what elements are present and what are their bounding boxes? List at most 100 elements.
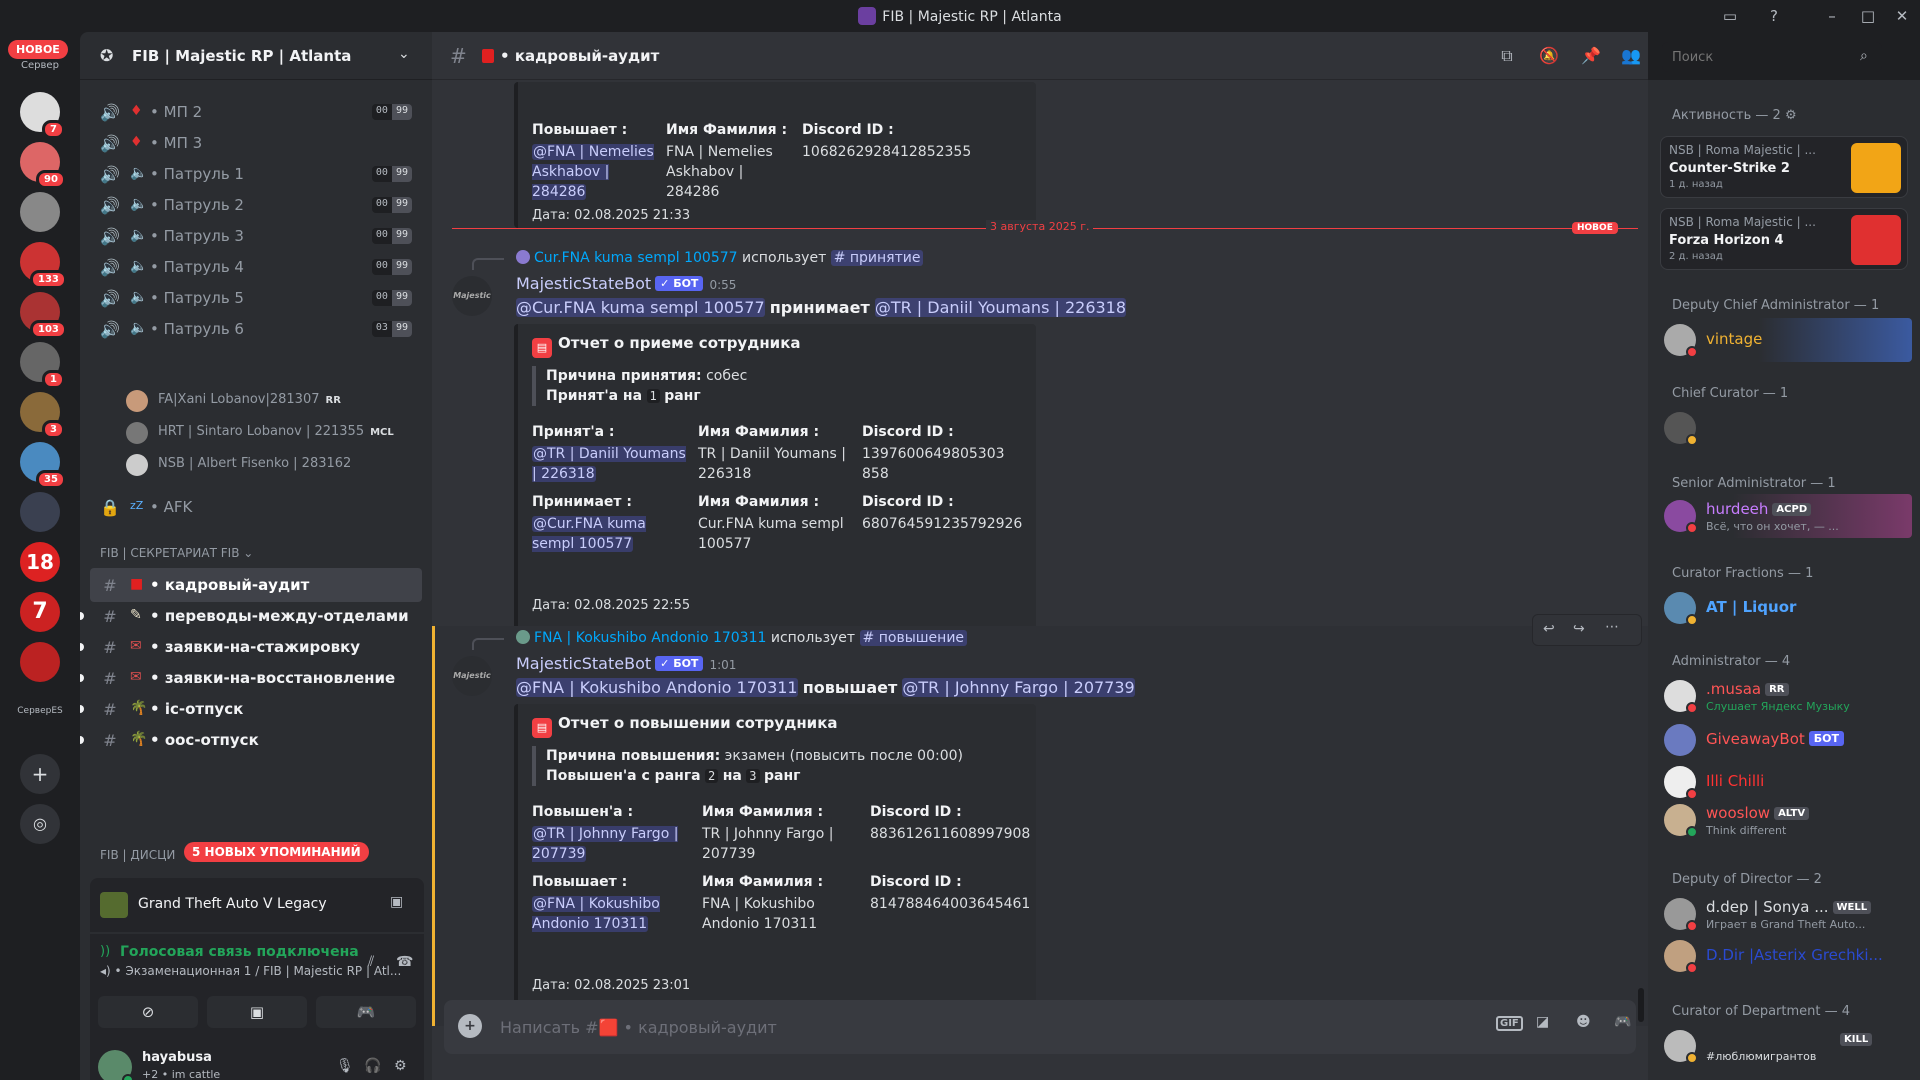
more-icon[interactable]: ⋯ xyxy=(1605,619,1619,635)
voice-channel[interactable]: 🔊 🔈 • Патруль 3 00 99 xyxy=(90,219,422,253)
user-mention[interactable]: @Cur.FNA kuma sempl 100577 xyxy=(532,514,672,554)
screen-share-button[interactable]: ▣ xyxy=(207,996,307,1028)
text-channel[interactable]: # ✎ • переводы-между-отделами xyxy=(90,599,422,633)
voice-channel[interactable]: 🔊 🔈 • Патруль 5 00 99 xyxy=(90,281,422,315)
stream-icon[interactable]: ▣ xyxy=(390,894,403,910)
chevron-down-icon[interactable]: ⌄ xyxy=(398,46,410,62)
gif-icon[interactable]: GIF xyxy=(1496,1016,1523,1031)
disconnect-icon[interactable]: ☎ xyxy=(396,954,413,970)
close-icon[interactable]: ✕ xyxy=(1892,6,1912,26)
unread-indicator xyxy=(80,612,84,620)
member-row[interactable]: wooslow ALTV Think different xyxy=(1656,798,1912,842)
apps-icon[interactable]: 🎮 xyxy=(1614,1014,1631,1030)
maximize-icon[interactable]: □ xyxy=(1858,6,1878,26)
voice-channel[interactable]: 🔊 ♦ • МП 3 xyxy=(90,126,422,160)
server-icon[interactable] xyxy=(20,642,60,682)
reply-preview[interactable]: FNA | Kokushibo Andonio 170311 используе… xyxy=(516,630,968,646)
avatar[interactable]: Majestic xyxy=(452,276,492,316)
server-icon[interactable] xyxy=(20,192,60,232)
threads-icon[interactable]: ⧉ xyxy=(1496,46,1518,68)
voice-user-name: HRT | Sintaro Lobanov | 221355 MCL xyxy=(158,424,394,439)
mic-icon[interactable]: 🎙 xyxy=(336,1058,354,1074)
server-icon[interactable]: 18 xyxy=(20,542,60,582)
status-dot xyxy=(1686,346,1698,358)
user-mention[interactable]: @TR | Johnny Fargo | 207739 xyxy=(902,678,1135,697)
add-server-icon[interactable]: + xyxy=(20,754,60,794)
member-row[interactable]: vintage xyxy=(1656,318,1912,362)
new-mentions-pill[interactable]: 5 НОВЫХ УПОМИНАНИЙ xyxy=(184,842,369,862)
username[interactable]: hayabusa xyxy=(142,1050,212,1065)
text-channel[interactable]: # ■ • кадровый-аудит xyxy=(90,568,422,602)
voice-status[interactable]: Голосовая связь подключена xyxy=(120,944,359,960)
member-row[interactable]: KILL #люблюмигрантов xyxy=(1656,1024,1912,1068)
gear-icon[interactable]: ⚙ xyxy=(394,1058,407,1074)
activity-card[interactable]: NSB | Roma Majestic | ... Forza Horizon … xyxy=(1660,208,1908,270)
channel-label: • Патруль 5 xyxy=(150,289,244,307)
help-icon[interactable]: ? xyxy=(1764,6,1784,26)
guild-header[interactable]: ✪ FIB | Majestic RP | Atlanta ⌄ xyxy=(80,32,432,80)
user-mention[interactable]: @TR | Daniil Youmans | 226318 xyxy=(532,444,692,484)
member-row[interactable]: .musaa RR Слушает Яндекс Музыку xyxy=(1656,674,1912,718)
text-channel[interactable]: # ✉ • заявки-на-стажировку xyxy=(90,630,422,664)
voice-channel[interactable]: ◂) • Экзаменационная 1 / FIB | Majestic … xyxy=(100,964,401,978)
member-row[interactable]: AT | Liquor xyxy=(1656,586,1912,630)
text-channel[interactable]: # ✉ • заявки-на-восстановление xyxy=(90,661,422,695)
message-author[interactable]: MajesticStateBot ✓ БОТ 0:55 xyxy=(516,274,736,293)
scrollbar-thumb[interactable] xyxy=(1638,988,1644,1022)
sticker-icon[interactable]: ◪ xyxy=(1536,1014,1549,1030)
category-header[interactable]: FIB | СЕКРЕТАРИАТ FIB ⌄ xyxy=(100,546,253,560)
voice-channel[interactable]: 🔊 ♦ • МП 2 00 99 xyxy=(90,95,422,129)
member-name: hurdeeh ACPD xyxy=(1706,500,1812,518)
voice-channel[interactable]: 🔊 🔈 • Патруль 1 00 99 xyxy=(90,157,422,191)
voice-user[interactable]: HRT | Sintaro Lobanov | 221355 MCL xyxy=(126,418,416,446)
voice-channel[interactable]: 🔊 🔈 • Патруль 2 00 99 xyxy=(90,188,422,222)
server-icon[interactable]: 7 xyxy=(20,592,60,632)
attach-plus-icon[interactable]: + xyxy=(458,1014,482,1038)
headphones-icon[interactable]: 🎧 xyxy=(364,1058,381,1074)
members-icon[interactable]: 👥 xyxy=(1620,46,1642,68)
activity-button[interactable]: 🎮 xyxy=(316,996,416,1028)
member-row[interactable]: D.Dir |Asterix Grechki... xyxy=(1656,934,1912,978)
text-channel[interactable]: # 🌴 • ic-отпуск xyxy=(90,692,422,726)
minimize-icon[interactable]: – xyxy=(1822,6,1842,26)
app-icon xyxy=(858,7,877,25)
voice-channel[interactable]: 🔊 🔈 • Патруль 6 03 99 xyxy=(90,312,422,346)
user-mention[interactable]: @TR | Johnny Fargo | 207739 xyxy=(532,824,692,864)
pin-icon[interactable]: 📌 xyxy=(1580,46,1602,68)
mention-highlight-bar xyxy=(432,626,435,1026)
text-channel[interactable]: # 🌴 • ooc-отпуск xyxy=(90,723,422,757)
member-row[interactable]: hurdeeh ACPD Всё, что он хочет, — ... xyxy=(1656,494,1912,538)
mute-icon[interactable]: 🔕 xyxy=(1538,46,1560,68)
search-box[interactable]: ⌕ xyxy=(1662,42,1882,72)
unread-badge: 133 xyxy=(30,270,67,289)
message-input[interactable] xyxy=(500,1012,1400,1042)
user-mention[interactable]: @FNA | Kokushibo Andonio 170311 xyxy=(532,894,672,934)
user-mention[interactable]: @FNA | Nemelies Askhabov | 284286 xyxy=(532,142,662,202)
avatar[interactable]: Majestic xyxy=(452,656,492,696)
discover-icon[interactable]: ◎ xyxy=(20,804,60,844)
channel-label: • ic-отпуск xyxy=(150,700,244,718)
new-pill[interactable]: НОВОЕ xyxy=(8,40,68,59)
server-label[interactable]: СерверES xyxy=(16,706,64,716)
member-row[interactable]: GiveawayBot БОТ xyxy=(1656,718,1912,762)
forward-icon[interactable]: ↪ xyxy=(1573,621,1585,637)
user-mention[interactable]: @Cur.FNA kuma sempl 100577 xyxy=(516,298,765,317)
inbox-icon[interactable]: ▭ xyxy=(1720,6,1740,26)
reply-icon[interactable]: ↩ xyxy=(1543,621,1555,637)
user-mention[interactable]: @FNA | Kokushibo Andonio 170311 xyxy=(516,678,798,697)
voice-user[interactable]: FA|Xani Lobanov|281307 RR xyxy=(126,386,416,414)
noise-suppression-icon[interactable]: ⫽ xyxy=(368,954,374,970)
reply-preview[interactable]: Cur.FNA kuma sempl 100577 использует # п… xyxy=(516,250,924,266)
channel-afk[interactable]: 🔒 zZ • AFK xyxy=(90,490,422,524)
voice-user[interactable]: NSB | Albert Fisenko | 283162 xyxy=(126,450,416,478)
activity-card[interactable]: NSB | Roma Majestic | ... Counter-Strike… xyxy=(1660,136,1908,198)
member-row[interactable]: d.dep | Sonya ... WELL Играет в Grand The… xyxy=(1656,892,1912,936)
emoji-icon[interactable]: ☻ xyxy=(1576,1014,1591,1030)
voice-channel[interactable]: 🔊 🔈 • Патруль 4 00 99 xyxy=(90,250,422,284)
member-row[interactable] xyxy=(1656,406,1912,450)
message-author[interactable]: MajesticStateBot ✓ БОТ 1:01 xyxy=(516,654,736,673)
search-input[interactable] xyxy=(1662,42,1852,72)
video-off-button[interactable]: ⊘ xyxy=(98,996,198,1028)
server-icon[interactable] xyxy=(20,492,60,532)
user-mention[interactable]: @TR | Daniil Youmans | 226318 xyxy=(874,298,1127,317)
